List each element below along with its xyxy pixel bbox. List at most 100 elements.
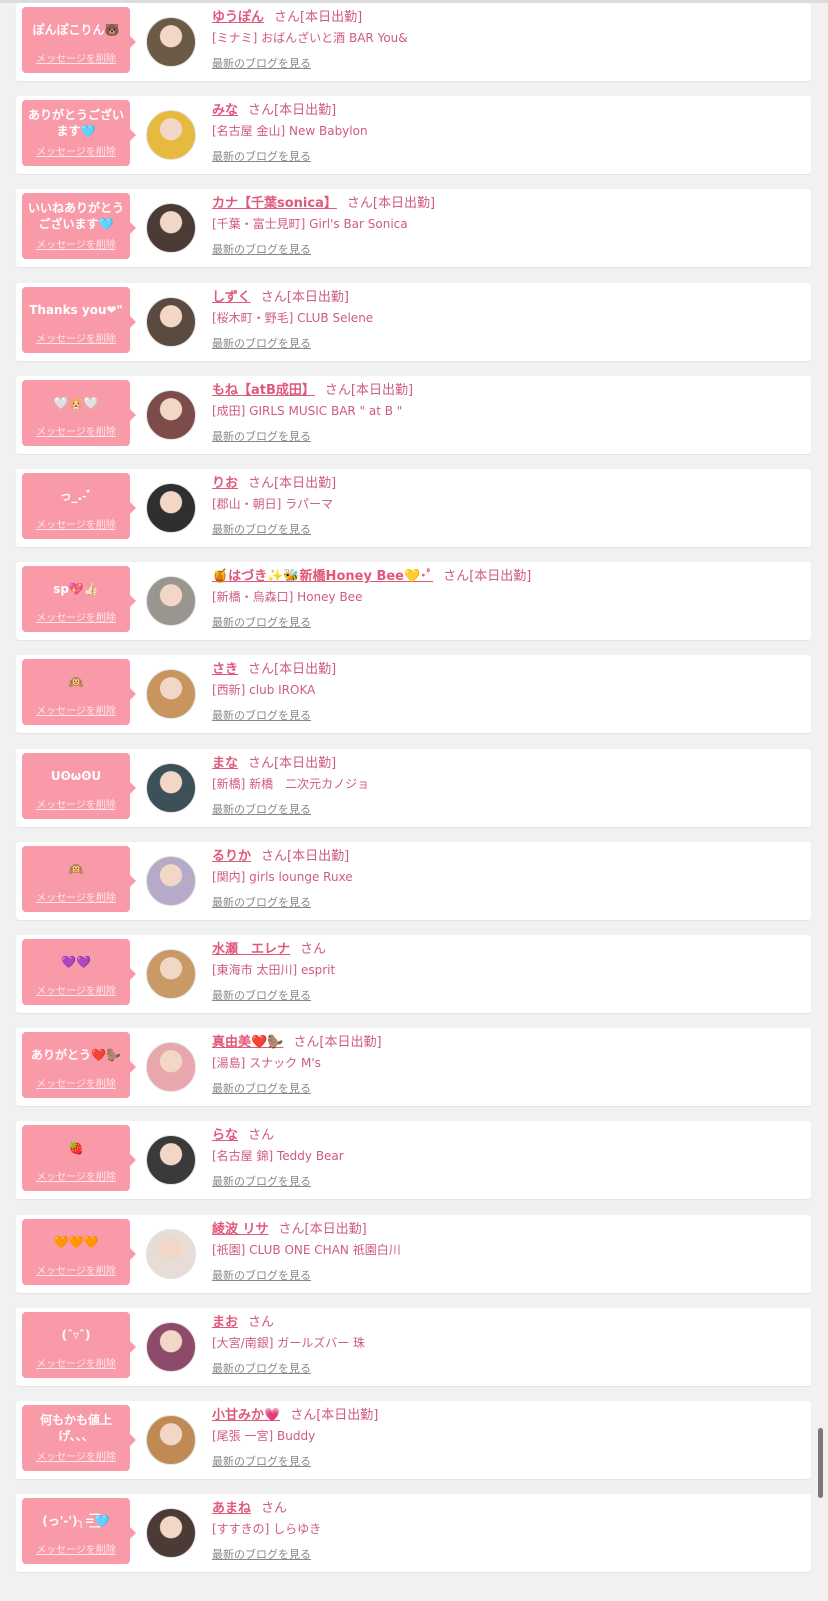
attendance-status: [本日出勤]: [319, 1035, 382, 1051]
delete-message-link[interactable]: メッセージを削除: [26, 236, 126, 251]
honorific: さん: [248, 755, 275, 771]
message-bubble: (ˆ▿ˆ) メッセージを削除: [22, 1311, 136, 1378]
profile-name-link[interactable]: カナ【千葉sonica】: [212, 196, 337, 211]
delete-message-link[interactable]: メッセージを削除: [26, 796, 126, 811]
message-card: いいねありがとうございます🩵 メッセージを削除 カナ【千葉sonica】 さん[本…: [16, 189, 811, 268]
latest-blog-link[interactable]: 最新のブログを見る: [212, 1267, 311, 1283]
latest-blog-link[interactable]: 最新のブログを見る: [212, 148, 311, 164]
honorific: さん: [346, 196, 373, 212]
profile-name-link[interactable]: 真由美❤️🦫: [212, 1035, 283, 1050]
message-text: っ_.-ﾞ: [59, 489, 93, 503]
delete-message-link[interactable]: メッセージを削除: [26, 423, 126, 438]
latest-blog-link[interactable]: 最新のブログを見る: [212, 428, 311, 444]
latest-blog-link[interactable]: 最新のブログを見る: [212, 521, 311, 537]
delete-message-link[interactable]: メッセージを削除: [26, 516, 126, 531]
honorific: さん: [248, 476, 275, 491]
latest-blog-link[interactable]: 最新のブログを見る: [212, 707, 311, 723]
profile-name-link[interactable]: 小甘みか💗: [212, 1408, 280, 1423]
attendance-status: [本日出勤]: [274, 476, 337, 491]
profile-name-link[interactable]: まお: [212, 1315, 238, 1330]
message-card: (ˆ▿ˆ) メッセージを削除 まお さん [大宮/南銀] ガールズバー 珠 最新の…: [16, 1307, 811, 1386]
latest-blog-link[interactable]: 最新のブログを見る: [212, 335, 311, 351]
message-bubble: ありがとう❤️🦫 メッセージを削除: [22, 1032, 136, 1099]
profile-info: りお さん[本日出勤] [郡山・朝日] ラパーマ 最新のブログを見る: [212, 475, 801, 537]
avatar[interactable]: [146, 762, 196, 813]
avatar[interactable]: [146, 483, 196, 533]
message-bubble: いいねありがとうございます🩵 メッセージを削除: [22, 193, 136, 260]
profile-info: もね【atB成田】 さん[本日出勤] [成田] GIRLS MUSIC BAR "…: [212, 382, 801, 444]
latest-blog-link[interactable]: 最新のブログを見る: [212, 894, 311, 910]
message-bubble: 🙉 メッセージを削除: [22, 845, 136, 912]
honorific: さん: [248, 1314, 275, 1330]
message-card: 🙉 メッセージを削除 るりか さん[本日出勤] [関内] girls lounge…: [16, 841, 811, 920]
delete-message-link[interactable]: メッセージを削除: [26, 1541, 126, 1556]
profile-name-link[interactable]: りお: [212, 476, 238, 491]
shop-name: [新橋] 新橋 二次元カノジョ: [212, 776, 370, 791]
latest-blog-link[interactable]: 最新のブログを見る: [212, 1453, 311, 1469]
shop-name: [名古屋 錦] Teddy Bear: [212, 1149, 344, 1164]
avatar[interactable]: [146, 1228, 196, 1279]
avatar[interactable]: [146, 1135, 196, 1186]
delete-message-link[interactable]: メッセージを削除: [26, 50, 126, 65]
profile-name-link[interactable]: あまね: [212, 1501, 251, 1516]
avatar[interactable]: [146, 1508, 196, 1559]
avatar[interactable]: [146, 17, 196, 67]
latest-blog-link[interactable]: 最新のブログを見る: [212, 1173, 311, 1189]
avatar[interactable]: [146, 949, 196, 999]
scrollbar[interactable]: [818, 1428, 823, 1498]
profile-name-link[interactable]: もね【atB成田】: [212, 383, 315, 398]
message-bubble: Thanks you❤︎" メッセージを削除: [22, 286, 136, 353]
latest-blog-link[interactable]: 最新のブログを見る: [212, 55, 311, 71]
avatar[interactable]: [146, 1042, 196, 1093]
honorific: さん: [261, 848, 288, 864]
delete-message-link[interactable]: メッセージを削除: [26, 330, 126, 345]
delete-message-link[interactable]: メッセージを削除: [26, 143, 126, 158]
delete-message-link[interactable]: メッセージを削除: [26, 702, 126, 717]
avatar[interactable]: [146, 1415, 196, 1465]
profile-name-link[interactable]: るりか: [212, 849, 251, 864]
profile-name-link[interactable]: まな: [212, 756, 238, 771]
latest-blog-link[interactable]: 最新のブログを見る: [212, 614, 311, 630]
delete-message-link[interactable]: メッセージを削除: [26, 1355, 126, 1370]
profile-name-link[interactable]: 水瀬 エレナ: [212, 942, 290, 957]
profile-name-link[interactable]: 🍯はづき✨🐝新橋Honey Bee💛･ﾟ: [212, 569, 433, 584]
avatar[interactable]: [146, 389, 196, 440]
profile-info: みな さん[本日出勤] [名古屋 金山] New Babylon 最新のブログを見…: [212, 102, 801, 164]
message-card: ぽんぽこりん🐻 メッセージを削除 ゆうぽん さん[本日出勤] [ミナミ] おばんざ…: [16, 3, 811, 81]
delete-message-link[interactable]: メッセージを削除: [26, 982, 126, 997]
delete-message-link[interactable]: メッセージを削除: [26, 1168, 126, 1183]
profile-name-link[interactable]: みな: [212, 103, 238, 118]
avatar[interactable]: [146, 855, 196, 906]
profile-name-link[interactable]: さき: [212, 662, 238, 677]
latest-blog-link[interactable]: 最新のブログを見る: [212, 987, 311, 1003]
delete-message-link[interactable]: メッセージを削除: [26, 1075, 126, 1090]
avatar[interactable]: [146, 669, 196, 720]
profile-name-link[interactable]: 綾波 リサ: [212, 1222, 269, 1237]
profile-info: しずく さん[本日出勤] [桜木町・野毛] CLUB Selene 最新のブログを…: [212, 289, 801, 351]
profile-name-link[interactable]: ゆうぽん: [212, 10, 264, 25]
profile-info: 真由美❤️🦫 さん[本日出勤] [湯島] スナック M's 最新のブログを見る: [212, 1034, 801, 1096]
delete-message-link[interactable]: メッセージを削除: [26, 609, 126, 624]
latest-blog-link[interactable]: 最新のブログを見る: [212, 801, 311, 817]
attendance-status: [本日出勤]: [372, 196, 436, 212]
shop-name: [千葉・富士見町] Girl's Bar Sonica: [212, 217, 408, 232]
avatar[interactable]: [146, 296, 196, 347]
avatar[interactable]: [146, 1321, 196, 1372]
profile-name-link[interactable]: らな: [212, 1128, 238, 1143]
shop-name: [尾張 一宮] Buddy: [212, 1429, 316, 1443]
shop-name: [郡山・朝日] ラパーマ: [212, 497, 334, 511]
latest-blog-link[interactable]: 最新のブログを見る: [212, 1360, 311, 1376]
latest-blog-link[interactable]: 最新のブログを見る: [212, 1080, 311, 1096]
latest-blog-link[interactable]: 最新のブログを見る: [212, 1546, 311, 1562]
avatar[interactable]: [146, 203, 196, 254]
delete-message-link[interactable]: メッセージを削除: [26, 1448, 126, 1463]
avatar[interactable]: [146, 110, 196, 161]
delete-message-link[interactable]: メッセージを削除: [26, 1262, 126, 1277]
profile-name-link[interactable]: しずく: [212, 290, 251, 305]
message-text: 🧡🧡🧡: [53, 1234, 99, 1249]
avatar[interactable]: [146, 576, 196, 627]
attendance-status: [本日出勤]: [469, 569, 532, 585]
latest-blog-link[interactable]: 最新のブログを見る: [212, 241, 311, 257]
delete-message-link[interactable]: メッセージを削除: [26, 889, 126, 904]
message-card: 🍓 メッセージを削除 らな さん [名古屋 錦] Teddy Bear 最新のブロ…: [16, 1121, 811, 1200]
